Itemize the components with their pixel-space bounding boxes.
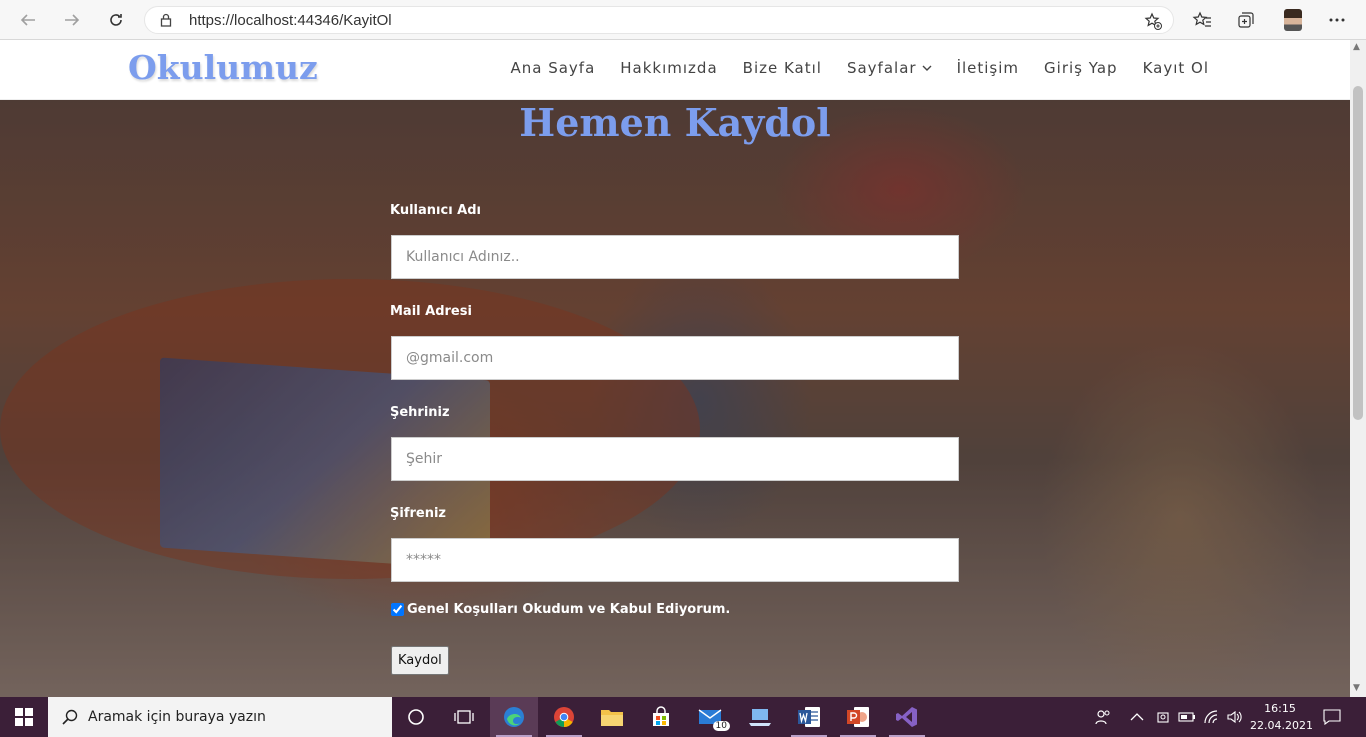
windows-logo-icon — [15, 708, 33, 726]
nav-link-contact[interactable]: İletişim — [957, 59, 1019, 77]
lock-icon[interactable] — [159, 13, 173, 27]
terms-row: Genel Koşulları Okudum ve Kabul Ediyorum… — [391, 602, 730, 617]
microsoft-store-icon[interactable] — [637, 697, 685, 737]
username-input[interactable] — [391, 235, 959, 279]
collections-icon[interactable] — [1235, 9, 1257, 31]
search-icon — [62, 709, 78, 725]
nav-link-register[interactable]: Kayıt Ol — [1143, 59, 1209, 77]
battery-icon[interactable] — [1178, 697, 1196, 737]
site-navbar: Okulumuz Ana Sayfa Hakkımızda Bize Katıl… — [0, 40, 1350, 100]
terms-label[interactable]: Genel Koşulları Okudum ve Kabul Ediyorum… — [407, 602, 730, 617]
add-favorite-icon[interactable] — [1143, 11, 1163, 31]
address-bar[interactable]: https://localhost:44346/KayitOl — [144, 6, 1174, 34]
username-label: Kullanıcı Adı — [390, 203, 482, 218]
visual-studio-icon[interactable] — [883, 697, 931, 737]
terms-checkbox[interactable] — [391, 603, 404, 616]
notification-icon[interactable] — [1323, 697, 1341, 737]
city-label: Şehriniz — [390, 405, 450, 420]
clock-time: 16:15 — [1264, 702, 1296, 715]
refresh-icon[interactable] — [102, 6, 130, 34]
form-title: Hemen Kaydol — [519, 100, 831, 145]
wifi-icon[interactable] — [1203, 697, 1221, 737]
clock-date: 22.04.2021 — [1250, 719, 1313, 732]
nav-link-about[interactable]: Hakkımızda — [620, 59, 717, 77]
nav-link-join[interactable]: Bize Katıl — [743, 59, 822, 77]
cortana-icon[interactable] — [392, 697, 440, 737]
chrome-icon[interactable] — [540, 697, 588, 737]
start-button[interactable] — [0, 697, 48, 737]
web-page: Okulumuz Ana Sayfa Hakkımızda Bize Katıl… — [0, 40, 1350, 697]
profile-avatar[interactable] — [1284, 9, 1302, 31]
mail-badge: 10 — [712, 721, 730, 731]
site-logo[interactable]: Okulumuz — [128, 48, 318, 87]
edge-browser-icon[interactable] — [490, 697, 538, 737]
scroll-thumb[interactable] — [1353, 86, 1363, 420]
email-input[interactable] — [391, 336, 959, 380]
email-label: Mail Adresi — [390, 304, 472, 319]
nav-link-login[interactable]: Giriş Yap — [1044, 59, 1118, 77]
password-label: Şifreniz — [390, 506, 446, 521]
forward-arrow-icon[interactable] — [58, 6, 86, 34]
nav-link-pages-label: Sayfalar — [846, 59, 917, 77]
volume-icon[interactable] — [1226, 697, 1244, 737]
favorites-icon[interactable] — [1191, 9, 1213, 31]
register-submit-button[interactable]: Kaydol — [391, 646, 449, 675]
file-explorer-icon[interactable] — [588, 697, 636, 737]
meet-now-icon[interactable] — [1155, 697, 1171, 737]
taskbar-search-placeholder[interactable]: Aramak için buraya yazın — [88, 709, 266, 725]
chevron-down-icon — [922, 65, 932, 71]
back-arrow-icon[interactable] — [14, 6, 42, 34]
windows-taskbar: Aramak için buraya yazın 10 16:15 22.04.… — [0, 697, 1366, 737]
mail-icon[interactable]: 10 — [686, 697, 734, 737]
scroll-down-icon[interactable]: ▼ — [1353, 683, 1360, 693]
powerpoint-icon[interactable] — [834, 697, 882, 737]
city-input[interactable] — [391, 437, 959, 481]
nav-link-home[interactable]: Ana Sayfa — [510, 59, 595, 77]
password-input[interactable] — [391, 538, 959, 582]
chevron-up-icon[interactable] — [1130, 697, 1144, 737]
more-menu-icon[interactable] — [1326, 9, 1348, 31]
url-text[interactable]: https://localhost:44346/KayitOl — [189, 12, 392, 29]
taskbar-clock[interactable]: 16:15 22.04.2021 — [1250, 700, 1313, 734]
page-scrollbar[interactable]: ▲ ▼ — [1350, 40, 1366, 697]
browser-toolbar: https://localhost:44346/KayitOl — [0, 0, 1366, 40]
word-icon[interactable] — [785, 697, 833, 737]
scroll-up-icon[interactable]: ▲ — [1353, 42, 1360, 52]
nav-link-pages[interactable]: Sayfalar — [847, 59, 932, 77]
people-icon[interactable] — [1094, 697, 1112, 737]
task-view-icon[interactable] — [440, 697, 488, 737]
taskbar-search[interactable]: Aramak için buraya yazın — [48, 697, 392, 737]
nav-links: Ana Sayfa Hakkımızda Bize Katıl Sayfalar… — [485, 59, 1209, 77]
connect-app-icon[interactable] — [736, 697, 784, 737]
